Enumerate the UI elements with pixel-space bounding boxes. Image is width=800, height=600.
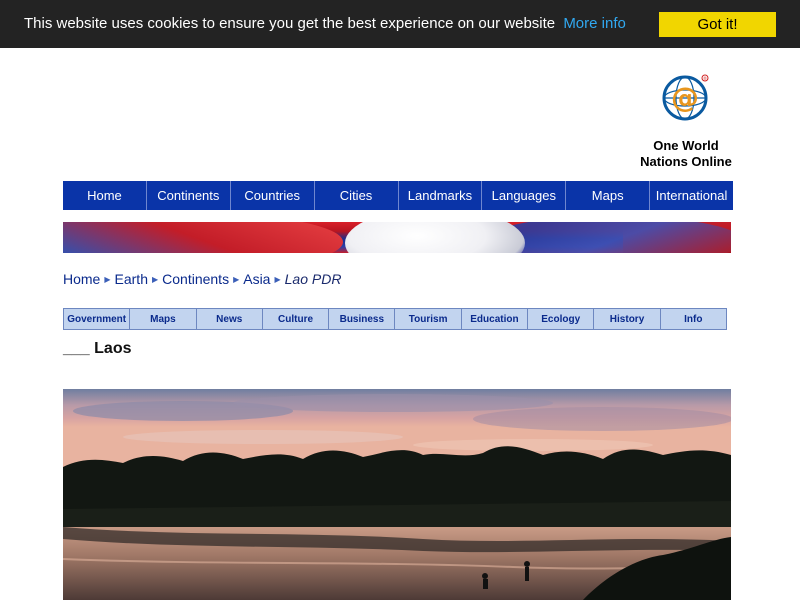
breadcrumb-arrow-icon: ▶ — [233, 274, 240, 284]
svg-text:@: @ — [671, 81, 699, 114]
country-sub-nav: Government Maps News Culture Business To… — [63, 308, 727, 330]
nav-cities[interactable]: Cities — [315, 181, 399, 210]
breadcrumb-arrow-icon: ▶ — [151, 274, 159, 284]
cookie-message: This website uses cookies to ensure you … — [24, 15, 626, 32]
at-globe-logo-icon: @ ® — [662, 74, 709, 121]
subnav-business[interactable]: Business — [329, 309, 396, 329]
nav-home[interactable]: Home — [63, 181, 147, 210]
nav-landmarks[interactable]: Landmarks — [399, 181, 483, 210]
subnav-maps[interactable]: Maps — [130, 309, 197, 329]
nav-countries[interactable]: Countries — [231, 181, 315, 210]
cookie-consent-bar: This website uses cookies to ensure you … — [0, 0, 800, 48]
nav-maps[interactable]: Maps — [566, 181, 651, 210]
breadcrumb-arrow-icon: ▶ — [104, 274, 111, 284]
breadcrumb-continents[interactable]: Continents — [162, 271, 229, 287]
breadcrumb-asia[interactable]: Asia — [243, 271, 270, 287]
hero-photo-river-sunset — [63, 389, 731, 600]
subnav-ecology[interactable]: Ecology — [528, 309, 595, 329]
subnav-news[interactable]: News — [197, 309, 263, 329]
subnav-info[interactable]: Info — [661, 309, 726, 329]
got-it-button[interactable]: Got it! — [659, 12, 776, 37]
main-nav: Home Continents Countries Cities Landmar… — [63, 181, 733, 210]
river-sunset-image — [63, 389, 731, 600]
breadcrumb: Home ▶ Earth ▶ Continents ▶ Asia ▶ Lao P… — [63, 271, 341, 287]
subnav-tourism[interactable]: Tourism — [395, 309, 462, 329]
subnav-history[interactable]: History — [594, 309, 661, 329]
logo-text-line2: Nations Online — [640, 154, 732, 169]
cookie-message-text: This website uses cookies to ensure you … — [24, 15, 556, 32]
more-info-link[interactable]: More info — [563, 15, 626, 32]
nav-languages[interactable]: Languages — [482, 181, 567, 210]
page-title: ___ Laos — [63, 340, 132, 357]
breadcrumb-arrow-icon: ▶ — [274, 274, 281, 284]
breadcrumb-home[interactable]: Home — [63, 271, 100, 287]
svg-text:®: ® — [703, 76, 707, 81]
breadcrumb-earth[interactable]: Earth — [115, 271, 148, 287]
subnav-culture[interactable]: Culture — [263, 309, 330, 329]
flag-white-disc — [345, 222, 525, 253]
nav-international[interactable]: International — [650, 181, 733, 210]
flag-wave-left — [63, 222, 343, 253]
subnav-education[interactable]: Education — [462, 309, 529, 329]
site-logo[interactable]: @ ® One World Nations Online — [640, 72, 732, 170]
logo-text-line1: One World — [653, 138, 719, 153]
subnav-government[interactable]: Government — [64, 309, 131, 329]
breadcrumb-current: Lao PDR — [284, 271, 342, 287]
laos-flag-banner — [63, 222, 731, 253]
nav-continents[interactable]: Continents — [147, 181, 231, 210]
